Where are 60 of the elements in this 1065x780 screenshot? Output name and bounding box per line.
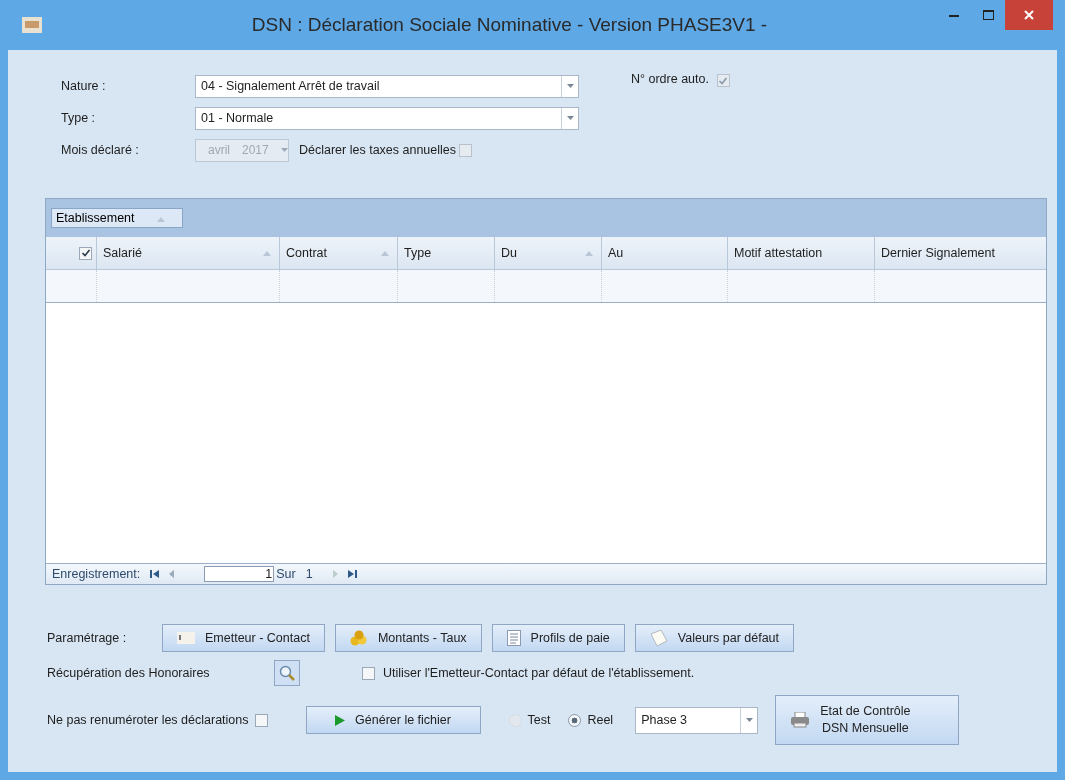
radio-label: Reel (587, 713, 614, 727)
column-header[interactable]: Type (404, 237, 494, 269)
settings-button[interactable]: Montants - Taux (334, 624, 482, 652)
app-icon (22, 17, 42, 33)
settings-button[interactable]: Valeurs par défaut (634, 624, 795, 652)
window-title: DSN : Déclaration Sociale Nominative - Version PHASE3V1 - (250, 14, 769, 36)
radio-label: Test (527, 713, 551, 727)
phase-dropdown[interactable]: Phase 3 (635, 706, 759, 734)
close-icon (1024, 10, 1034, 20)
renumber-checkbox[interactable] (254, 713, 268, 727)
pager-label: Enregistrement: (52, 567, 141, 581)
column-header[interactable]: Contrat (286, 237, 397, 269)
select-all-checkbox[interactable] (79, 246, 92, 260)
generate-button[interactable]: Générer le fichier (305, 706, 481, 734)
dropdown-arrow-icon (280, 148, 288, 152)
printer-icon (790, 712, 811, 728)
minimize-icon (949, 13, 959, 17)
card-icon (177, 632, 195, 644)
nature-dropdown[interactable]: 04 - Signalement Arrêt de travail (195, 74, 579, 98)
column-header[interactable]: Motif attestation (734, 237, 874, 269)
coins-icon (349, 630, 368, 646)
sort-icon (263, 250, 271, 256)
search-icon (279, 665, 295, 681)
last-page-icon[interactable] (347, 570, 357, 578)
mode-radio[interactable] (568, 713, 582, 727)
settings-button[interactable]: Emetteur - Contact (162, 624, 325, 652)
sort-icon (585, 250, 593, 256)
play-icon (335, 714, 346, 726)
previous-page-icon[interactable] (169, 570, 175, 578)
checkbox-label: Utiliser l'Emetteur-Contact par défaut de l'établissement. (383, 666, 695, 680)
annual-taxes-checkbox[interactable] (459, 143, 473, 157)
search-button[interactable] (274, 660, 300, 686)
sort-icon (381, 250, 389, 256)
column-header[interactable]: Salarié (103, 237, 279, 269)
report-button[interactable]: Etat de Contrôle DSN Mensuelle (775, 695, 960, 745)
field-label: Nature : (60, 79, 107, 93)
field-label: Type : (60, 111, 97, 125)
settings-label: Paramétrage : (47, 631, 128, 645)
field-label: Mois déclaré : (60, 143, 140, 157)
group-column-button[interactable]: Etablissement (51, 208, 183, 228)
settings-button[interactable]: Profils de paie (491, 624, 625, 652)
column-header[interactable]: Au (608, 237, 727, 269)
first-page-icon[interactable] (150, 570, 160, 578)
page-of-label: Sur (276, 567, 296, 581)
default-contact-checkbox[interactable] (362, 666, 375, 680)
checkbox-label: Ne pas renuméroter les déclarations (47, 713, 249, 727)
checkbox-label: N° ordre auto. (631, 72, 709, 86)
checkbox-label: Déclarer les taxes annuelles (299, 143, 457, 157)
note-icon (649, 630, 668, 646)
page-number-field[interactable]: 1 (204, 566, 275, 582)
sort-icon (157, 217, 165, 222)
maximize-icon (982, 10, 994, 20)
column-header[interactable]: Du (501, 237, 601, 269)
page-total: 1 (305, 567, 313, 581)
close-button[interactable] (1005, 0, 1053, 30)
fees-label: Récupération des Honoraires (47, 666, 211, 680)
type-dropdown[interactable]: 01 - Normale (195, 106, 579, 130)
auto-order-checkbox[interactable] (716, 74, 730, 87)
document-icon (506, 630, 521, 646)
column-header[interactable]: Dernier Signalement (881, 237, 1046, 269)
